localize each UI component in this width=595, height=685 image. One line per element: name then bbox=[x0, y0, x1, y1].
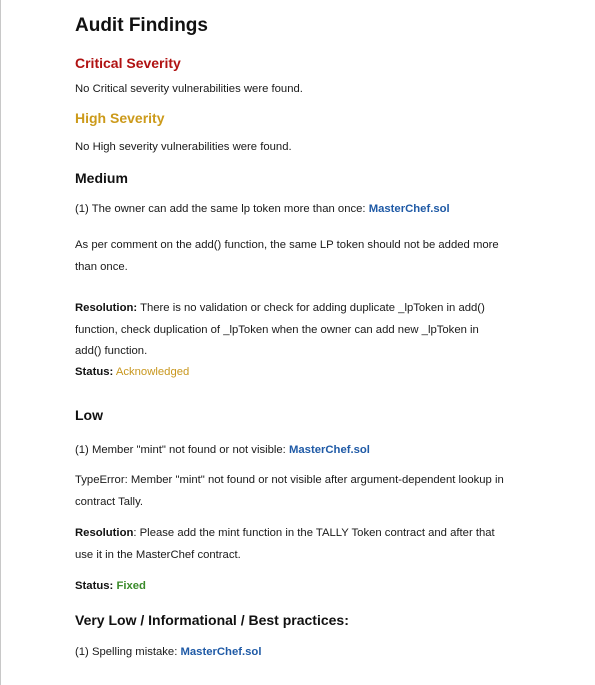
medium-description-line: than once. bbox=[75, 260, 128, 273]
medium-status: Status: Acknowledged bbox=[75, 362, 189, 384]
low-description-line: contract Tally. bbox=[75, 495, 144, 508]
low-status-label: Status: bbox=[75, 580, 114, 592]
page-edge-divider bbox=[0, 0, 1, 685]
medium-heading: Medium bbox=[75, 170, 128, 186]
critical-severity-text: No Critical severity vulnerabilities wer… bbox=[75, 83, 303, 95]
medium-issue-text: (1) The owner can add the same lp token … bbox=[75, 203, 369, 215]
low-status-value: Fixed bbox=[116, 580, 146, 592]
page-title: Audit Findings bbox=[75, 15, 208, 36]
low-resolution: Resolution: Please add the mint function… bbox=[75, 523, 495, 566]
low-heading: Low bbox=[75, 407, 103, 423]
high-severity-heading: High Severity bbox=[75, 110, 165, 126]
critical-severity-heading: Critical Severity bbox=[75, 55, 181, 71]
low-resolution-line: use it in the MasterChef contract. bbox=[75, 548, 241, 561]
low-description: TypeError: Member "mint" not found or no… bbox=[75, 470, 504, 513]
medium-status-label: Status: bbox=[75, 366, 114, 378]
low-issue-file-link[interactable]: MasterChef.sol bbox=[289, 444, 370, 456]
medium-resolution-line: There is no validation or check for addi… bbox=[137, 302, 485, 314]
very-low-issue-file-link[interactable]: MasterChef.sol bbox=[180, 646, 261, 658]
very-low-issue: (1) Spelling mistake: MasterChef.sol bbox=[75, 642, 261, 664]
medium-status-value: Acknowledged bbox=[115, 366, 190, 378]
very-low-issue-text: (1) Spelling mistake: bbox=[75, 646, 181, 658]
low-issue: (1) Member "mint" not found or not visib… bbox=[75, 440, 370, 462]
medium-description-line: As per comment on the add() function, th… bbox=[75, 239, 499, 251]
medium-resolution-line: add() function. bbox=[75, 345, 148, 357]
medium-resolution: Resolution: There is no validation or ch… bbox=[75, 298, 485, 363]
medium-issue: (1) The owner can add the same lp token … bbox=[75, 199, 450, 221]
low-description-line: TypeError: Member "mint" not found or no… bbox=[75, 474, 504, 486]
low-resolution-line: : Please add the mint function in the TA… bbox=[133, 527, 495, 539]
high-severity-text: No High severity vulnerabilities were fo… bbox=[75, 141, 292, 153]
medium-description: As per comment on the add() function, th… bbox=[75, 235, 499, 278]
medium-issue-file-link[interactable]: MasterChef.sol bbox=[369, 203, 450, 215]
low-issue-text: (1) Member "mint" not found or not visib… bbox=[75, 444, 289, 456]
very-low-heading: Very Low / Informational / Best practice… bbox=[75, 612, 349, 628]
medium-resolution-line: function, check duplication of _lpToken … bbox=[75, 323, 479, 336]
low-status: Status: Fixed bbox=[75, 576, 146, 598]
low-resolution-label: Resolution bbox=[75, 527, 134, 539]
medium-resolution-label: Resolution: bbox=[75, 302, 138, 314]
